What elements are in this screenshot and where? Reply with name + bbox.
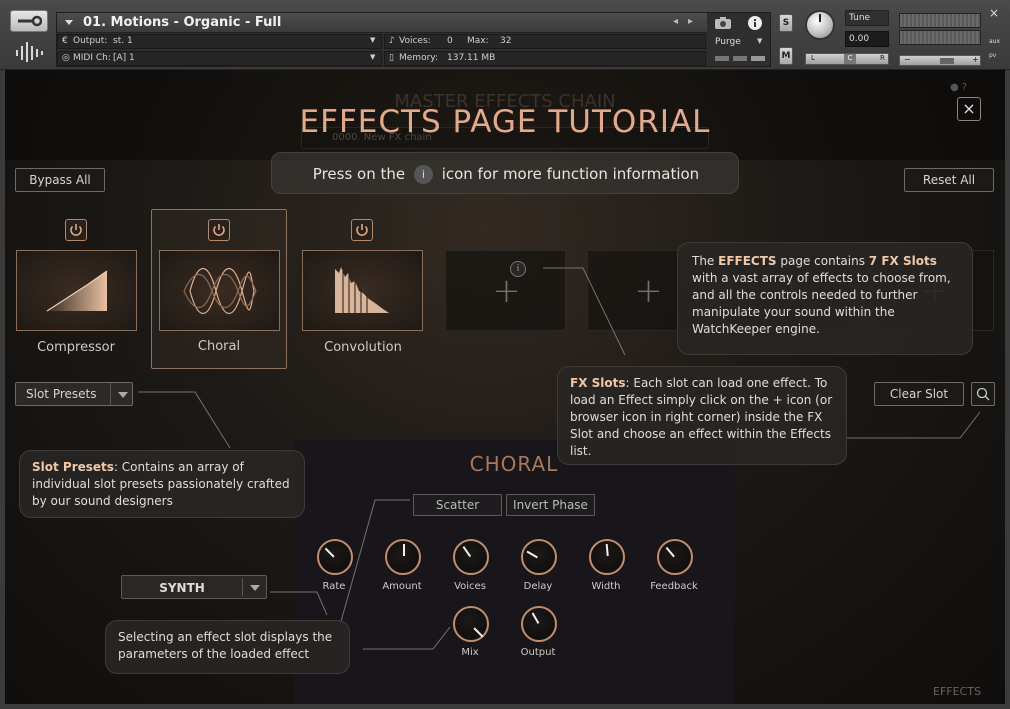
wrench-icon[interactable]	[10, 10, 48, 32]
tooltip-text: page contains	[776, 254, 869, 268]
tooltip-slot-presets: Slot Presets: Contains an array of indiv…	[19, 450, 305, 518]
pan-slider[interactable]: L C R	[805, 53, 889, 65]
max-label: Max:	[467, 36, 489, 46]
instrument-close-icon[interactable]: ×	[989, 6, 999, 20]
voices-field: ♪ Voices: 0 Max: 32	[384, 34, 706, 49]
collapse-triangle-icon[interactable]	[65, 20, 73, 25]
solo-button[interactable]: S	[779, 14, 793, 32]
camera-icon[interactable]	[714, 15, 732, 31]
effects-tutorial-page: MASTER EFFECTS CHAIN 0000. New FX chain …	[5, 70, 1005, 704]
memory-label: Memory:	[399, 53, 438, 63]
instrument-title[interactable]: 01. Motions - Organic - Full	[83, 15, 281, 30]
output-icon: €	[62, 36, 68, 46]
tooltip-bold: Slot Presets	[32, 460, 114, 474]
purge-button[interactable]: Purge	[715, 37, 741, 47]
tooltip-bold: 7 FX Slots	[868, 254, 937, 268]
level-meter-left	[899, 13, 981, 28]
instrument-nav-arrows[interactable]: ◂▸	[673, 16, 703, 27]
volume-slider[interactable]: − +	[899, 55, 981, 66]
info-icon[interactable]	[747, 15, 765, 31]
pan-center-label: C	[844, 54, 856, 64]
output-dropdown-icon[interactable]: ▼	[370, 36, 375, 44]
tune-label: Tune	[845, 10, 889, 26]
level-meter-right	[899, 30, 981, 45]
midi-value: [A] 1	[113, 53, 135, 63]
memory-value: 137.11 MB	[447, 53, 496, 63]
memory-icon: ▯	[389, 53, 394, 63]
output-field[interactable]: € Output: st. 1 ▼	[57, 34, 382, 49]
memory-field: ▯ Memory: 137.11 MB	[384, 51, 706, 66]
midi-icon: ◎	[62, 53, 70, 63]
voices-icon: ♪	[389, 36, 395, 46]
output-value: st. 1	[113, 36, 133, 46]
instrument-title-bar: 01. Motions - Organic - Full ◂▸	[57, 13, 707, 33]
volume-thumb[interactable]	[940, 58, 954, 64]
tooltip-bold: FX Slots	[570, 376, 626, 390]
volume-minus-label: −	[904, 55, 911, 64]
tooltip-selecting-slot: Selecting an effect slot displays the pa…	[105, 620, 350, 674]
voices-value: 0	[447, 36, 453, 46]
pan-right-label: R	[880, 54, 885, 62]
tooltip-connector-lines	[138, 267, 981, 650]
max-value: 32	[500, 36, 512, 46]
tooltip-text: Selecting an effect slot displays the pa…	[118, 630, 333, 661]
tooltip-bold: EFFECTS	[718, 254, 777, 268]
purge-meter	[715, 56, 769, 62]
midi-channel-field[interactable]: ◎ MIDI Ch: [A] 1 ▼	[57, 51, 382, 66]
voices-label: Voices:	[399, 36, 431, 46]
instrument-panel: 01. Motions - Organic - Full ◂▸ € Output…	[56, 12, 771, 67]
volume-plus-label: +	[972, 55, 979, 64]
pv-button[interactable]: pv	[989, 52, 996, 59]
tooltip-text: The	[692, 254, 719, 268]
midi-dropdown-icon[interactable]: ▼	[370, 53, 375, 61]
tune-value[interactable]: 0.00	[845, 31, 889, 47]
output-label: Output:	[73, 36, 108, 46]
aux-button[interactable]: aux	[989, 38, 1000, 45]
pan-left-label: L	[811, 54, 815, 62]
tooltip-text: with a vast array of effects to choose f…	[692, 271, 951, 336]
tooltip-fx-slots: FX Slots: Each slot can load one effect.…	[557, 366, 847, 465]
frame-bottom	[0, 704, 1010, 709]
frame-right	[1005, 70, 1010, 709]
purge-dropdown-icon[interactable]: ▼	[757, 37, 762, 45]
kontakt-header: 01. Motions - Organic - Full ◂▸ € Output…	[0, 0, 1010, 70]
mute-button[interactable]: M	[779, 47, 793, 65]
tune-knob[interactable]	[805, 10, 835, 40]
kontakt-logo-icon	[14, 40, 48, 64]
tooltip-effects-page: The EFFECTS page contains 7 FX Slots wit…	[677, 242, 973, 355]
midi-label: MIDI Ch:	[73, 53, 111, 63]
